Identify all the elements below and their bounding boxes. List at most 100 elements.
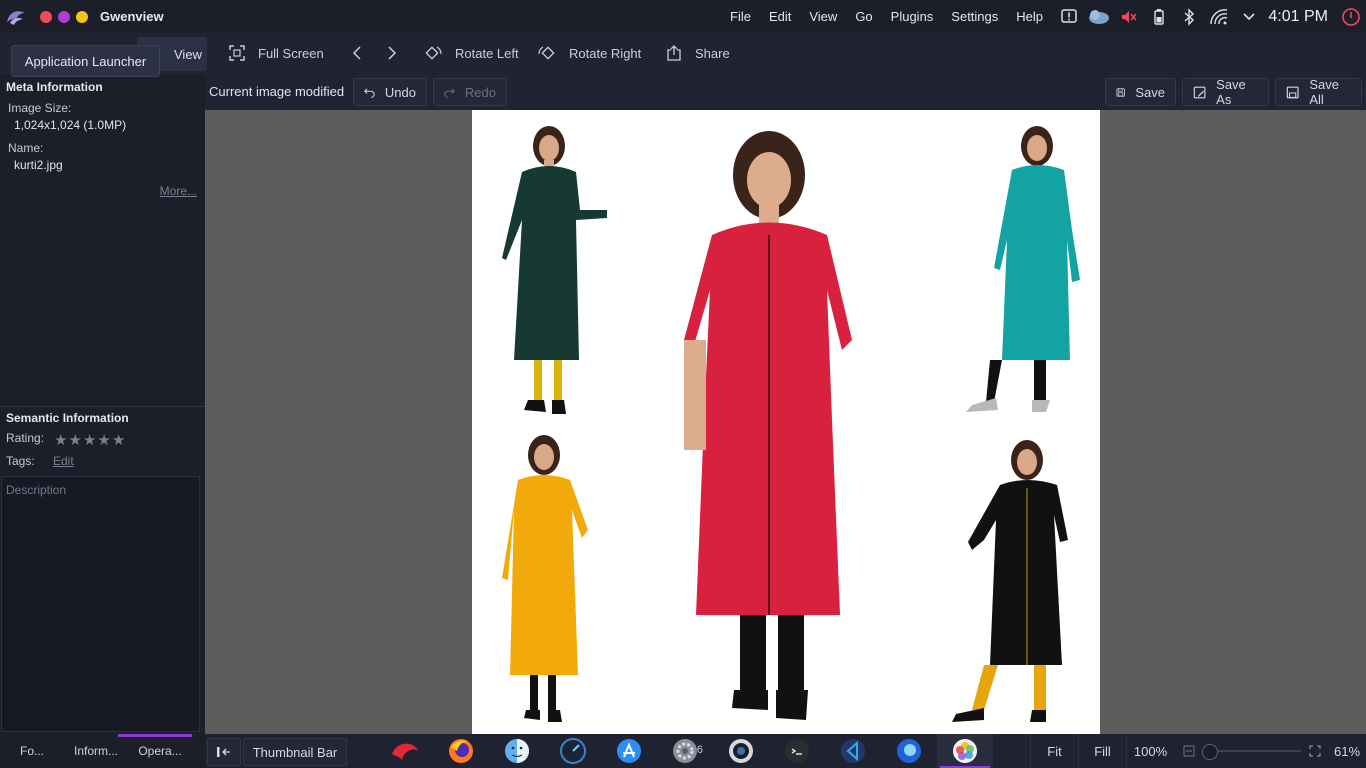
task-dock: 6	[377, 734, 993, 768]
dock-badge: 6	[696, 744, 703, 756]
description-field[interactable]: Description	[1, 476, 200, 732]
image-status-bar: Current image modified Undo Redo Save Sa…	[205, 74, 1366, 110]
volume-muted-icon[interactable]	[1114, 0, 1144, 33]
chevron-left-icon	[352, 46, 361, 60]
zoom-fit-button[interactable]: Fit	[1030, 734, 1078, 768]
product-photo[interactable]	[472, 110, 1100, 734]
rating-label: Rating:	[6, 431, 45, 445]
redo-button[interactable]: Redo	[433, 78, 507, 106]
undo-icon	[364, 88, 375, 98]
model-teal-kurti	[966, 126, 1080, 412]
vscode-icon[interactable]	[825, 734, 881, 768]
menu-edit[interactable]: Edit	[769, 9, 791, 24]
full-screen-label: Full Screen	[258, 45, 324, 61]
terminal-icon[interactable]	[769, 734, 825, 768]
zoom-slider-track[interactable]	[1205, 750, 1301, 752]
zoom-out-icon[interactable]	[1177, 734, 1201, 768]
zoom-in-icon[interactable]	[1303, 734, 1327, 768]
rotate-right-button[interactable]: Rotate Right	[537, 37, 641, 69]
rotate-left-button[interactable]: Rotate Left	[423, 37, 519, 69]
divider	[0, 406, 205, 407]
model-red-kurti	[684, 131, 852, 720]
minimize-window-button[interactable]	[76, 10, 88, 23]
finder-icon[interactable]	[489, 734, 545, 768]
next-image-button[interactable]	[386, 37, 410, 69]
app-launcher-icon[interactable]	[4, 7, 28, 27]
browser-blue-icon[interactable]	[881, 734, 937, 768]
save-as-button[interactable]: Save As	[1182, 77, 1269, 107]
menu-view[interactable]: View	[809, 9, 837, 24]
close-window-button[interactable]	[40, 10, 52, 23]
menu-file[interactable]: File	[730, 9, 751, 24]
settings-gear-icon[interactable]: 6	[657, 734, 713, 768]
share-icon	[667, 45, 681, 61]
modified-status: Current image modified	[209, 84, 345, 99]
toggle-sidebar-button[interactable]	[207, 738, 241, 766]
undo-button[interactable]: Undo	[353, 78, 427, 106]
camera-app-icon[interactable]	[713, 734, 769, 768]
share-button[interactable]: Share	[665, 37, 730, 69]
zoom-value: 61%	[1333, 743, 1361, 759]
share-label: Share	[695, 45, 730, 61]
system-monitor-icon[interactable]	[545, 734, 601, 768]
star-icon[interactable]: ★	[97, 431, 110, 449]
tab-information[interactable]: Inform...	[64, 734, 192, 768]
app-store-icon[interactable]	[601, 734, 657, 768]
star-icon[interactable]: ★	[68, 431, 81, 449]
view-mode-label: View	[174, 46, 202, 62]
system-tray: 4:01 PM	[1054, 0, 1366, 33]
star-icon[interactable]: ★	[83, 431, 96, 449]
clock[interactable]: 4:01 PM	[1268, 8, 1328, 26]
bluetooth-icon[interactable]	[1174, 0, 1204, 33]
save-button[interactable]: Save	[1105, 78, 1176, 106]
rotate-right-icon	[538, 46, 555, 60]
rotate-left-label: Rotate Left	[455, 45, 519, 61]
firefox-icon[interactable]	[433, 734, 489, 768]
star-icon[interactable]: ★	[54, 431, 67, 449]
menu-plugins[interactable]: Plugins	[891, 9, 934, 24]
menu-help[interactable]: Help	[1016, 9, 1043, 24]
wifi-icon[interactable]	[1204, 0, 1234, 33]
image-view[interactable]	[205, 110, 1366, 734]
battery-icon[interactable]	[1144, 0, 1174, 33]
zoom-fill-button[interactable]: Fill	[1078, 734, 1126, 768]
tab-folders[interactable]: Fo...	[0, 734, 64, 768]
photos-app-icon[interactable]	[937, 734, 993, 768]
name-label: Name:	[8, 141, 44, 155]
tags-label: Tags:	[6, 454, 35, 468]
save-all-button[interactable]: Save All	[1275, 77, 1362, 107]
zoom-100-button[interactable]: 100%	[1126, 734, 1174, 768]
more-link[interactable]: More...	[160, 184, 197, 198]
model-black-kurti	[952, 440, 1068, 722]
tooltip: Application Launcher	[11, 45, 160, 77]
maximize-window-button[interactable]	[58, 10, 70, 23]
collapse-sidebar-icon	[217, 747, 230, 757]
save-all-icon	[1286, 86, 1299, 98]
zoom-slider-handle[interactable]	[1202, 744, 1218, 760]
save-icon	[1116, 87, 1125, 97]
thumbnail-bar-button[interactable]: Thumbnail Bar	[243, 738, 347, 766]
full-screen-button[interactable]: Full Screen	[228, 37, 324, 69]
chevron-down-icon[interactable]	[1234, 0, 1264, 33]
menu-bar: File Edit View Go Plugins Settings Help	[721, 0, 1052, 33]
redo-icon	[444, 88, 455, 98]
menu-settings[interactable]: Settings	[951, 9, 998, 24]
menu-go[interactable]: Go	[855, 9, 872, 24]
full-screen-icon	[229, 45, 245, 61]
rating-stars[interactable]: ★ ★ ★ ★ ★	[54, 431, 126, 449]
dock-app-red-icon[interactable]	[377, 734, 433, 768]
previous-image-button[interactable]	[351, 37, 375, 69]
chevron-right-icon	[388, 46, 397, 60]
weather-icon[interactable]	[1084, 0, 1114, 33]
save-as-label: Save As	[1216, 77, 1246, 107]
power-icon[interactable]	[1336, 0, 1366, 33]
top-panel: Gwenview File Edit View Go Plugins Setti…	[0, 0, 1366, 33]
save-label: Save	[1135, 84, 1165, 100]
notification-icon[interactable]	[1054, 0, 1084, 33]
semantic-information-title: Semantic Information	[6, 411, 129, 425]
tab-operations[interactable]: Opera...	[128, 734, 192, 768]
tags-edit-link[interactable]: Edit	[53, 454, 74, 468]
model-yellow-kurti	[502, 435, 588, 722]
star-icon[interactable]: ★	[112, 431, 125, 449]
redo-label: Redo	[464, 84, 496, 100]
